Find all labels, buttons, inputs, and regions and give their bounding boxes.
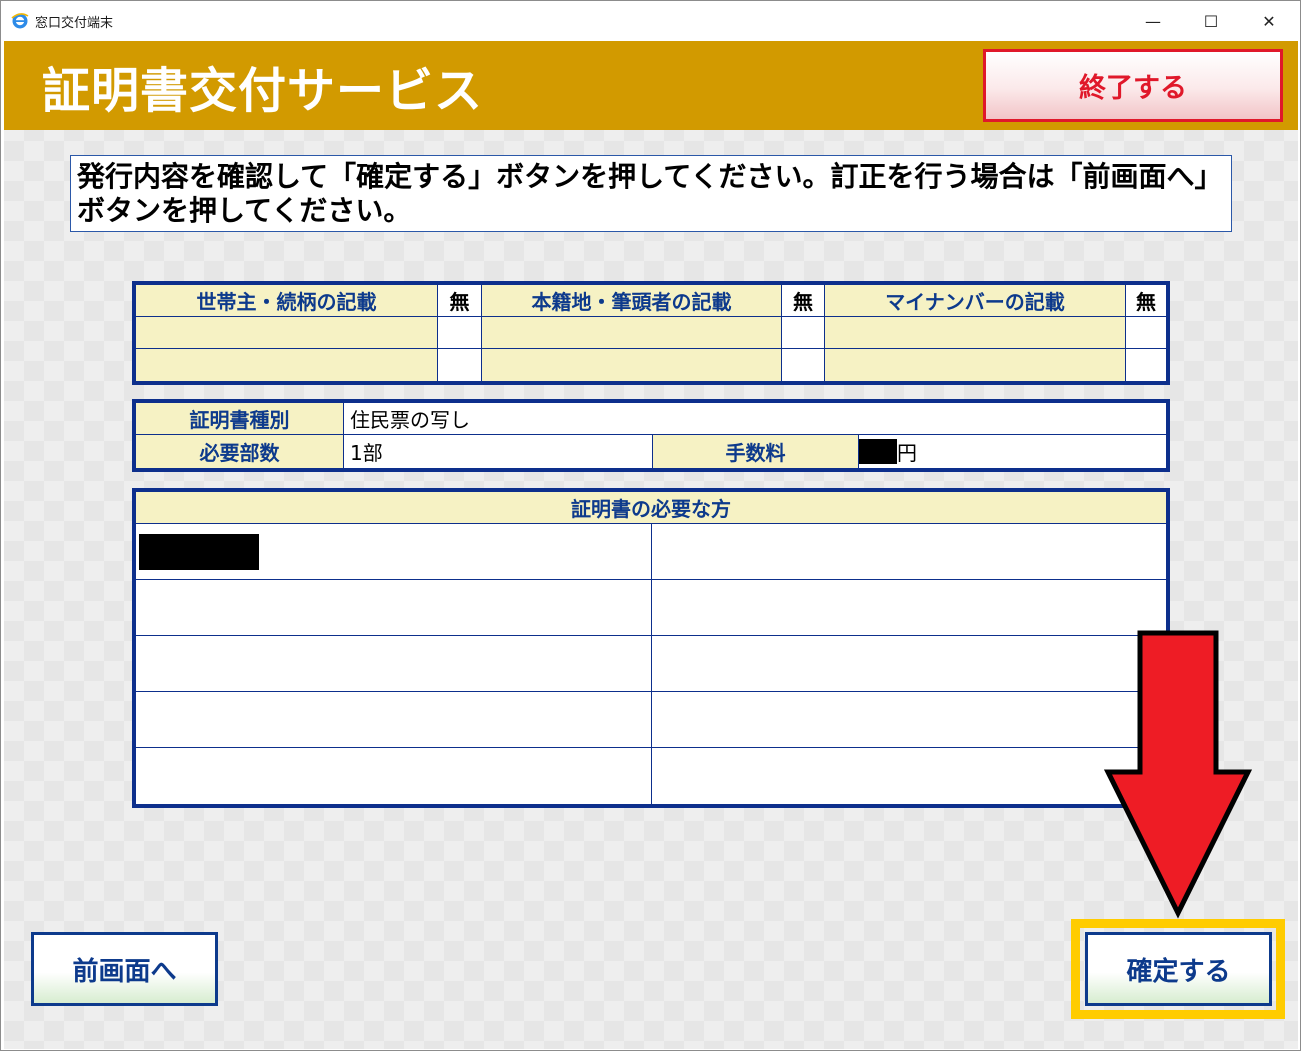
previous-screen-button[interactable]: 前画面へ (31, 932, 218, 1006)
person-cell (652, 636, 1166, 692)
person-cell (136, 692, 652, 748)
maximize-button[interactable]: ☐ (1182, 1, 1240, 41)
persons-header: 証明書の必要な方 (136, 492, 1166, 524)
table-cell (438, 349, 482, 381)
app-window: 窓口交付端末 — ☐ ✕ 証明書交付サービス 終了する 発行内容を確認して「確定… (0, 0, 1301, 1051)
ie-app-icon (11, 13, 29, 29)
copies-value: 1部 (344, 435, 653, 468)
person-cell (652, 692, 1166, 748)
down-arrow-pointer-icon (1104, 630, 1252, 919)
fee-unit: 円 (897, 441, 917, 465)
honseki-header: 本籍地・筆頭者の記載 (482, 285, 782, 317)
household-head-value: 無 (438, 285, 482, 317)
page-title: 証明書交付サービス (42, 63, 484, 119)
table-cell (438, 317, 482, 349)
fee-value: 円 (859, 435, 1166, 468)
minimize-icon: — (1145, 11, 1161, 31)
table-cell (136, 317, 438, 349)
person-cell (652, 580, 1166, 636)
window-title: 窓口交付端末 (35, 16, 114, 31)
minimize-button[interactable]: — (1124, 1, 1182, 41)
person-cell (136, 748, 652, 804)
person-cell (652, 524, 1166, 580)
instruction-text: 発行内容を確認して「確定する」ボタンを押してください。訂正を行う場合は「前画面へ… (70, 155, 1232, 232)
certificate-type-value: 住民票の写し (344, 403, 1166, 435)
certificate-info-table: 証明書種別 住民票の写し 必要部数 1部 手数料 円 (132, 399, 1170, 472)
header-bar: 証明書交付サービス 終了する (4, 41, 1298, 130)
mynumber-value: 無 (1126, 285, 1166, 317)
table-cell (1126, 317, 1166, 349)
person-cell (136, 636, 652, 692)
person-cell (136, 580, 652, 636)
table-cell (1126, 349, 1166, 381)
fee-amount-redacted (859, 439, 897, 464)
copies-label: 必要部数 (136, 435, 344, 468)
table-cell (136, 349, 438, 381)
table-cell (825, 317, 1126, 349)
options-table: 世帯主・続柄の記載 無 本籍地・筆頭者の記載 無 マイナンバーの記載 無 (132, 281, 1170, 385)
close-button[interactable]: ✕ (1240, 1, 1298, 41)
table-cell (782, 349, 825, 381)
household-head-header: 世帯主・続柄の記載 (136, 285, 438, 317)
certificate-type-label: 証明書種別 (136, 403, 344, 435)
maximize-icon: ☐ (1203, 11, 1219, 31)
table-cell (782, 317, 825, 349)
exit-button[interactable]: 終了する (983, 49, 1283, 122)
person-name-redacted (139, 534, 259, 570)
table-cell (482, 349, 782, 381)
person-cell (652, 748, 1166, 804)
app-content: 証明書交付サービス 終了する 発行内容を確認して「確定する」ボタンを押してくださ… (4, 41, 1298, 1049)
persons-table: 証明書の必要な方 (132, 488, 1170, 808)
mynumber-header: マイナンバーの記載 (825, 285, 1126, 317)
fee-label: 手数料 (653, 435, 859, 468)
honseki-value: 無 (782, 285, 825, 317)
close-icon: ✕ (1262, 11, 1276, 31)
table-cell (482, 317, 782, 349)
confirm-button[interactable]: 確定する (1085, 932, 1272, 1006)
title-bar: 窓口交付端末 — ☐ ✕ (1, 1, 1300, 41)
table-cell (825, 349, 1126, 381)
